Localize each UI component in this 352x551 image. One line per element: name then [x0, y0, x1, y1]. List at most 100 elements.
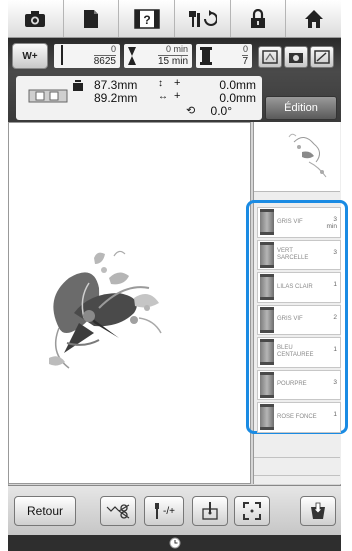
frame-icon — [262, 50, 278, 64]
spool-icon — [200, 47, 212, 65]
thread-name: LILAS CLAIR — [277, 283, 313, 290]
vertical-arrow-icon: ↕ — [158, 78, 163, 89]
thread-color-list: GRIS VIF 3 min VERT SARCELLE 3 LILAS CLAI… — [246, 200, 348, 434]
home-icon — [304, 9, 323, 28]
tension-icon — [155, 503, 160, 519]
thread-name: BLEU CENTAUREE — [277, 345, 314, 359]
thread-count: 1 — [333, 346, 337, 353]
thread-count: 3 — [333, 248, 337, 256]
adjust-label: -/+ — [163, 505, 175, 517]
horizontal-arrow-icon: ↔ — [158, 91, 168, 102]
rotation-icon: ⟲ — [186, 105, 196, 117]
memory-button[interactable] — [300, 496, 336, 526]
hourglass-icon — [128, 47, 136, 65]
document-button[interactable] — [64, 0, 120, 37]
height-value: 87.3mm — [94, 78, 138, 92]
frame-view-button[interactable] — [258, 46, 282, 68]
plus-sign-1: + — [174, 77, 181, 89]
thread-item[interactable]: VERT SARCELLE 3 — [257, 239, 341, 270]
thread-panel: GRIS VIF 3 min VERT SARCELLE 3 LILAS CLAI… — [246, 122, 348, 484]
thread-cut-button[interactable] — [100, 496, 136, 526]
thread-count: 3 min — [326, 216, 337, 230]
preview-image — [288, 133, 327, 178]
frame-corners-icon — [243, 502, 261, 520]
time-total: 15 min — [157, 55, 188, 67]
thread-item[interactable]: ROSE FONCE 1 — [257, 402, 341, 433]
embroidery-frame-icon — [28, 89, 68, 103]
thread-name: VERT SARCELLE — [277, 247, 309, 261]
thread-item[interactable]: LILAS CLAIR 1 — [257, 272, 341, 303]
thread-count: 2 — [333, 313, 337, 321]
thread-name: GRIS VIF — [277, 316, 303, 323]
angle-value: 0.0° — [210, 104, 232, 118]
needle-icon — [61, 45, 63, 65]
spool-icon — [260, 371, 274, 398]
w-plus-label: W+ — [22, 50, 38, 62]
width-value: 89.2mm — [94, 91, 138, 105]
help-button[interactable]: ? — [119, 0, 176, 37]
color-counter: 0 7 — [196, 44, 252, 68]
thread-item[interactable]: POURPRE 3 — [257, 369, 341, 400]
back-button[interactable]: Retour — [14, 496, 76, 526]
thread-count: 1 — [333, 411, 337, 418]
size-icon — [73, 80, 83, 91]
help-book-icon: ? — [133, 8, 160, 29]
offset-y-value: 0.0mm — [219, 78, 256, 92]
scan-view-button[interactable] — [310, 46, 334, 68]
spool-icon — [260, 209, 274, 236]
color-current: 0 — [242, 44, 248, 54]
home-button[interactable] — [286, 0, 341, 37]
camera-view-button[interactable] — [284, 46, 308, 68]
lock-button[interactable] — [231, 0, 287, 37]
spool-icon — [260, 241, 274, 268]
tension-adjust-button[interactable]: -/+ — [144, 496, 184, 526]
pocket-save-icon — [311, 502, 325, 519]
scissors-icon — [106, 504, 130, 519]
needle-point-icon — [202, 502, 218, 520]
thread-count: 1 — [333, 281, 337, 288]
bottom-toolbar: Retour -/+ — [8, 485, 341, 535]
wide-frame-button[interactable]: W+ — [12, 43, 48, 69]
start-point-button[interactable] — [192, 496, 228, 526]
empty-list-row — [254, 458, 340, 476]
size-info-panel: 87.3mm 89.2mm ↕ ↔ + + 0.0mm 0.0mm ⟲ 0.0° — [16, 76, 262, 120]
back-label: Retour — [26, 504, 64, 518]
clock-icon — [169, 537, 180, 549]
embroidery-pattern-image — [49, 250, 162, 369]
time-counter: 0 min 15 min — [124, 44, 192, 68]
status-panel: W+ 0 8625 0 min 15 min 0 7 87.3mm 89.2mm… — [8, 38, 341, 122]
empty-list-row — [254, 440, 340, 458]
time-current: 0 min — [165, 44, 188, 54]
edit-button[interactable]: Édition — [265, 96, 337, 120]
thread-item[interactable]: GRIS VIF 2 — [257, 304, 341, 335]
embroidery-canvas[interactable] — [8, 122, 251, 484]
top-toolbar: ? — [8, 0, 341, 38]
plus-sign-2: + — [174, 90, 181, 102]
thread-item[interactable]: BLEU CENTAUREE 1 — [257, 337, 341, 368]
spool-icon — [260, 274, 274, 301]
pattern-preview — [254, 122, 340, 192]
document-icon — [84, 9, 98, 28]
camera-view-icon — [289, 53, 303, 63]
thread-name: POURPRE — [277, 381, 307, 388]
offset-x-value: 0.0mm — [219, 91, 256, 105]
stitch-counter: 0 8625 — [54, 44, 120, 68]
camera-button[interactable] — [8, 0, 64, 37]
thread-count: 3 — [333, 378, 337, 386]
color-total: 7 — [242, 55, 248, 67]
trial-frame-button[interactable] — [234, 496, 270, 526]
thread-item[interactable]: GRIS VIF 3 min — [257, 207, 341, 238]
camera-icon — [25, 10, 46, 27]
svg-text:?: ? — [143, 13, 150, 27]
stitch-current: 0 — [110, 44, 116, 54]
footer-bar — [8, 535, 341, 551]
lock-icon — [251, 8, 266, 28]
spool-icon — [260, 404, 274, 431]
thread-name: GRIS VIF — [277, 218, 303, 225]
thread-name: ROSE FONCE — [277, 413, 317, 420]
needle-settings-button[interactable] — [175, 0, 231, 37]
edit-label: Édition — [284, 102, 318, 114]
scan-icon — [314, 50, 330, 64]
needle-refresh-icon — [189, 9, 218, 27]
spool-icon — [260, 306, 274, 333]
